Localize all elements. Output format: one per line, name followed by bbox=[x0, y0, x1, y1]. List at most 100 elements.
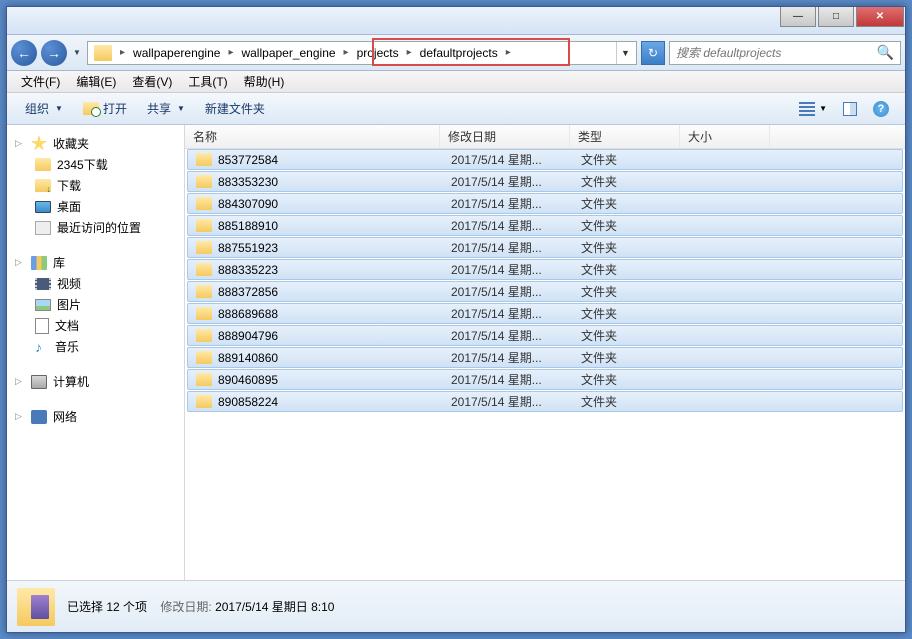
computer-icon bbox=[31, 375, 47, 389]
address-bar: ← → ▼ ▸ wallpaperengine ▸ wallpaper_engi… bbox=[7, 35, 905, 71]
file-type: 文件夹 bbox=[573, 327, 683, 344]
picture-icon bbox=[35, 299, 51, 311]
sidebar-item-downloads[interactable]: 下载 bbox=[7, 175, 184, 196]
sidebar-network[interactable]: ▷网络 bbox=[7, 406, 184, 427]
folder-icon bbox=[196, 351, 212, 364]
file-name: 890858224 bbox=[218, 395, 278, 409]
table-row[interactable]: 8843070902017/5/14 星期...文件夹 bbox=[187, 193, 903, 214]
file-type: 文件夹 bbox=[573, 261, 683, 278]
file-date: 2017/5/14 星期... bbox=[443, 305, 573, 322]
table-row[interactable]: 8891408602017/5/14 星期...文件夹 bbox=[187, 347, 903, 368]
menu-edit[interactable]: 编辑(E) bbox=[68, 73, 124, 90]
file-type: 文件夹 bbox=[573, 239, 683, 256]
menu-tools[interactable]: 工具(T) bbox=[180, 73, 235, 90]
chevron-right-icon[interactable]: ▸ bbox=[403, 47, 416, 58]
table-row[interactable]: 8908582242017/5/14 星期...文件夹 bbox=[187, 391, 903, 412]
column-date[interactable]: 修改日期 bbox=[440, 125, 570, 148]
sidebar-item-recent[interactable]: 最近访问的位置 bbox=[7, 217, 184, 238]
sidebar-computer[interactable]: ▷计算机 bbox=[7, 371, 184, 392]
video-icon bbox=[35, 278, 51, 290]
table-row[interactable]: 8904608952017/5/14 星期...文件夹 bbox=[187, 369, 903, 390]
chevron-right-icon[interactable]: ▸ bbox=[340, 47, 353, 58]
file-name: 888372856 bbox=[218, 285, 278, 299]
file-date: 2017/5/14 星期... bbox=[443, 393, 573, 410]
view-mode-button[interactable]: ▼ bbox=[791, 102, 835, 116]
column-name[interactable]: 名称 bbox=[185, 125, 440, 148]
star-icon bbox=[31, 136, 47, 152]
file-list: 名称 修改日期 类型 大小 8537725842017/5/14 星期...文件… bbox=[185, 125, 905, 580]
forward-button[interactable]: → bbox=[41, 40, 67, 66]
column-type[interactable]: 类型 bbox=[570, 125, 680, 148]
folder-thumbnail-icon bbox=[17, 588, 55, 626]
share-button[interactable]: 共享▼ bbox=[137, 100, 195, 117]
folder-icon bbox=[196, 329, 212, 342]
file-type: 文件夹 bbox=[573, 173, 683, 190]
list-icon bbox=[799, 102, 815, 116]
minimize-button[interactable]: — bbox=[780, 7, 816, 27]
table-row[interactable]: 8886896882017/5/14 星期...文件夹 bbox=[187, 303, 903, 324]
sidebar-favorites[interactable]: ▷收藏夹 bbox=[7, 133, 184, 154]
status-date-label: 修改日期: bbox=[160, 600, 211, 614]
table-row[interactable]: 8851889102017/5/14 星期...文件夹 bbox=[187, 215, 903, 236]
sidebar-item-desktop[interactable]: 桌面 bbox=[7, 196, 184, 217]
search-input[interactable] bbox=[676, 46, 877, 60]
menu-help[interactable]: 帮助(H) bbox=[236, 73, 293, 90]
file-type: 文件夹 bbox=[573, 151, 683, 168]
chevron-right-icon[interactable]: ▸ bbox=[224, 47, 237, 58]
search-icon[interactable]: 🔍 bbox=[877, 44, 894, 61]
breadcrumb[interactable]: ▸ wallpaperengine ▸ wallpaper_engine ▸ p… bbox=[87, 41, 637, 65]
content-area: ▷收藏夹 2345下载 下载 桌面 最近访问的位置 ▷库 视频 图片 文档 ♪音… bbox=[7, 125, 905, 580]
chevron-right-icon[interactable]: ▸ bbox=[502, 47, 515, 58]
column-size[interactable]: 大小 bbox=[680, 125, 770, 148]
file-date: 2017/5/14 星期... bbox=[443, 327, 573, 344]
breadcrumb-dropdown[interactable]: ▼ bbox=[616, 42, 634, 64]
folder-icon bbox=[196, 197, 212, 210]
breadcrumb-seg-0[interactable]: wallpaperengine bbox=[129, 42, 224, 64]
table-row[interactable]: 8833532302017/5/14 星期...文件夹 bbox=[187, 171, 903, 192]
chevron-right-icon[interactable]: ▸ bbox=[116, 47, 129, 58]
table-row[interactable]: 8883352232017/5/14 星期...文件夹 bbox=[187, 259, 903, 280]
file-name: 889140860 bbox=[218, 351, 278, 365]
sidebar-item-2345[interactable]: 2345下载 bbox=[7, 154, 184, 175]
status-bar: 已选择 12 个项 修改日期: 2017/5/14 星期日 8:10 bbox=[7, 580, 905, 632]
file-name: 853772584 bbox=[218, 153, 278, 167]
preview-pane-button[interactable] bbox=[835, 102, 865, 116]
sidebar-item-pictures[interactable]: 图片 bbox=[7, 294, 184, 315]
table-row[interactable]: 853772584 2017/5/14 星期...文件夹 bbox=[187, 149, 903, 170]
sidebar-item-documents[interactable]: 文档 bbox=[7, 315, 184, 336]
search-box[interactable]: 🔍 bbox=[669, 41, 901, 65]
menu-view[interactable]: 查看(V) bbox=[124, 73, 180, 90]
breadcrumb-seg-3[interactable]: defaultprojects bbox=[416, 42, 502, 64]
back-button[interactable]: ← bbox=[11, 40, 37, 66]
status-text: 已选择 12 个项 修改日期: 2017/5/14 星期日 8:10 bbox=[67, 598, 334, 616]
maximize-button[interactable]: □ bbox=[818, 7, 854, 27]
help-button[interactable]: ? bbox=[865, 101, 897, 117]
file-type: 文件夹 bbox=[573, 371, 683, 388]
new-folder-button[interactable]: 新建文件夹 bbox=[195, 100, 275, 117]
breadcrumb-seg-1[interactable]: wallpaper_engine bbox=[237, 42, 339, 64]
column-headers: 名称 修改日期 类型 大小 bbox=[185, 125, 905, 149]
close-button[interactable]: ✕ bbox=[856, 7, 904, 27]
history-dropdown[interactable]: ▼ bbox=[71, 48, 83, 57]
breadcrumb-seg-2[interactable]: projects bbox=[353, 42, 403, 64]
file-name: 888689688 bbox=[218, 307, 278, 321]
titlebar: — □ ✕ bbox=[7, 7, 905, 35]
status-date-value: 2017/5/14 星期日 8:10 bbox=[215, 600, 334, 614]
document-icon bbox=[35, 318, 49, 334]
folder-icon bbox=[196, 307, 212, 320]
table-row[interactable]: 8883728562017/5/14 星期...文件夹 bbox=[187, 281, 903, 302]
file-date: 2017/5/14 星期... bbox=[443, 151, 573, 168]
sidebar-item-music[interactable]: ♪音乐 bbox=[7, 336, 184, 357]
open-button[interactable]: 打开 bbox=[73, 100, 137, 117]
menu-file[interactable]: 文件(F) bbox=[13, 73, 68, 90]
sidebar-libraries[interactable]: ▷库 bbox=[7, 252, 184, 273]
sidebar-item-videos[interactable]: 视频 bbox=[7, 273, 184, 294]
organize-button[interactable]: 组织▼ bbox=[15, 100, 73, 117]
file-date: 2017/5/14 星期... bbox=[443, 283, 573, 300]
table-row[interactable]: 8875519232017/5/14 星期...文件夹 bbox=[187, 237, 903, 258]
refresh-button[interactable]: ↻ bbox=[641, 41, 665, 65]
folder-icon bbox=[196, 263, 212, 276]
table-row[interactable]: 8889047962017/5/14 星期...文件夹 bbox=[187, 325, 903, 346]
folder-icon bbox=[196, 153, 212, 166]
menu-bar: 文件(F) 编辑(E) 查看(V) 工具(T) 帮助(H) bbox=[7, 71, 905, 93]
